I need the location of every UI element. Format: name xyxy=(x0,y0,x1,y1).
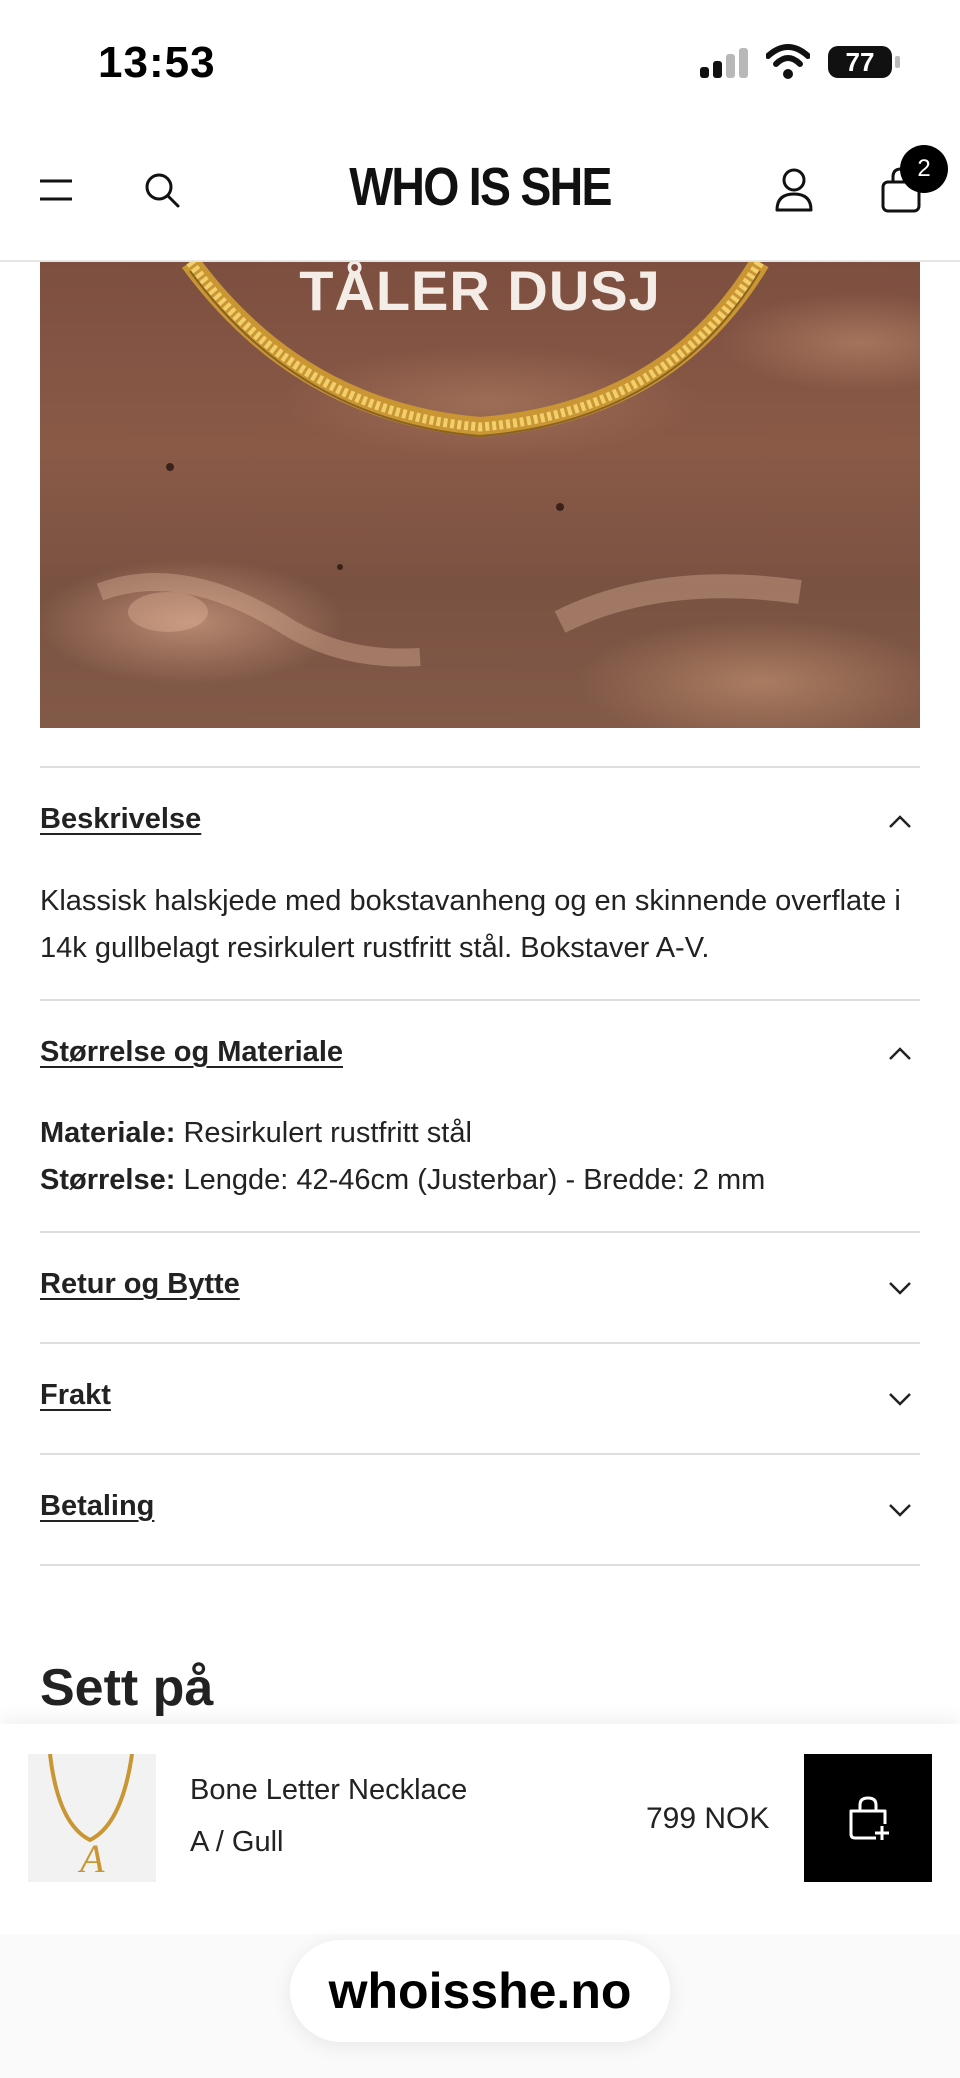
product-price: 799 NOK xyxy=(646,1802,770,1835)
size-label: Størrelse: xyxy=(40,1164,176,1196)
bag-plus-icon xyxy=(849,1796,889,1840)
pendant-letter-a: A xyxy=(77,1836,105,1881)
accordion-size-material-title[interactable]: Størrelse og Materiale xyxy=(40,1036,343,1069)
battery-icon: 77 xyxy=(828,46,900,78)
divider xyxy=(40,1453,920,1455)
chevron-down-icon[interactable] xyxy=(886,1385,914,1413)
add-to-cart-button[interactable] xyxy=(804,1754,932,1882)
wifi-icon xyxy=(766,44,810,79)
chevron-up-icon[interactable] xyxy=(886,808,914,836)
size-value: Lengde: 42-46cm (Justerbar) - Bredde: 2 … xyxy=(175,1164,766,1196)
material-label: Materiale: xyxy=(40,1117,176,1149)
description-text: Klassisk halskjede med bokstavanheng og … xyxy=(40,885,901,964)
material-line: Materiale: Resirkulert rustfritt stål xyxy=(40,1110,920,1157)
material-value: Resirkulert rustfritt stål xyxy=(175,1117,472,1149)
sticky-add-to-cart-bar: A Bone Letter Necklace A / Gull 799 NOK xyxy=(0,1724,960,1934)
divider xyxy=(40,1231,920,1233)
product-variant: A / Gull xyxy=(190,1826,284,1858)
product-thumbnail[interactable]: A xyxy=(28,1753,156,1882)
chevron-up-icon[interactable] xyxy=(886,1040,914,1068)
status-bar: 13:53 77 xyxy=(0,0,960,120)
accordion-payment-title[interactable]: Betaling xyxy=(40,1490,154,1523)
divider xyxy=(40,1342,920,1344)
accordion-returns-title[interactable]: Retur og Bytte xyxy=(40,1268,240,1301)
necklace-thumbnail-graphic: A xyxy=(48,1753,134,1881)
battery-level: 77 xyxy=(845,46,875,77)
cart-count-badge: 2 xyxy=(900,145,948,193)
status-time: 13:53 xyxy=(98,38,216,87)
size-line: Størrelse: Lengde: 42-46cm (Justerbar) -… xyxy=(40,1157,920,1204)
chevron-down-icon[interactable] xyxy=(886,1274,914,1302)
section-title: Sett på xyxy=(40,1659,214,1717)
cellular-signal-icon xyxy=(700,48,752,78)
browser-url-bar[interactable]: whoisshe.no xyxy=(290,1940,670,2042)
divider xyxy=(40,766,920,768)
hero-overlay-text: TÅLER DUSJ xyxy=(299,262,661,322)
necklace-chain-graphic xyxy=(96,262,802,667)
chevron-down-icon[interactable] xyxy=(886,1496,914,1524)
accordion-beskrivelse-title[interactable]: Beskrivelse xyxy=(40,803,201,836)
site-header: WHO IS SHE 2 xyxy=(0,120,960,262)
account-button[interactable] xyxy=(768,160,820,220)
accordion-shipping-title[interactable]: Frakt xyxy=(40,1379,111,1412)
product-name: Bone Letter Necklace xyxy=(190,1774,468,1806)
divider xyxy=(40,999,920,1001)
product-image: TÅLER DUSJ xyxy=(40,262,920,728)
divider xyxy=(40,1564,920,1566)
user-icon xyxy=(775,168,813,212)
